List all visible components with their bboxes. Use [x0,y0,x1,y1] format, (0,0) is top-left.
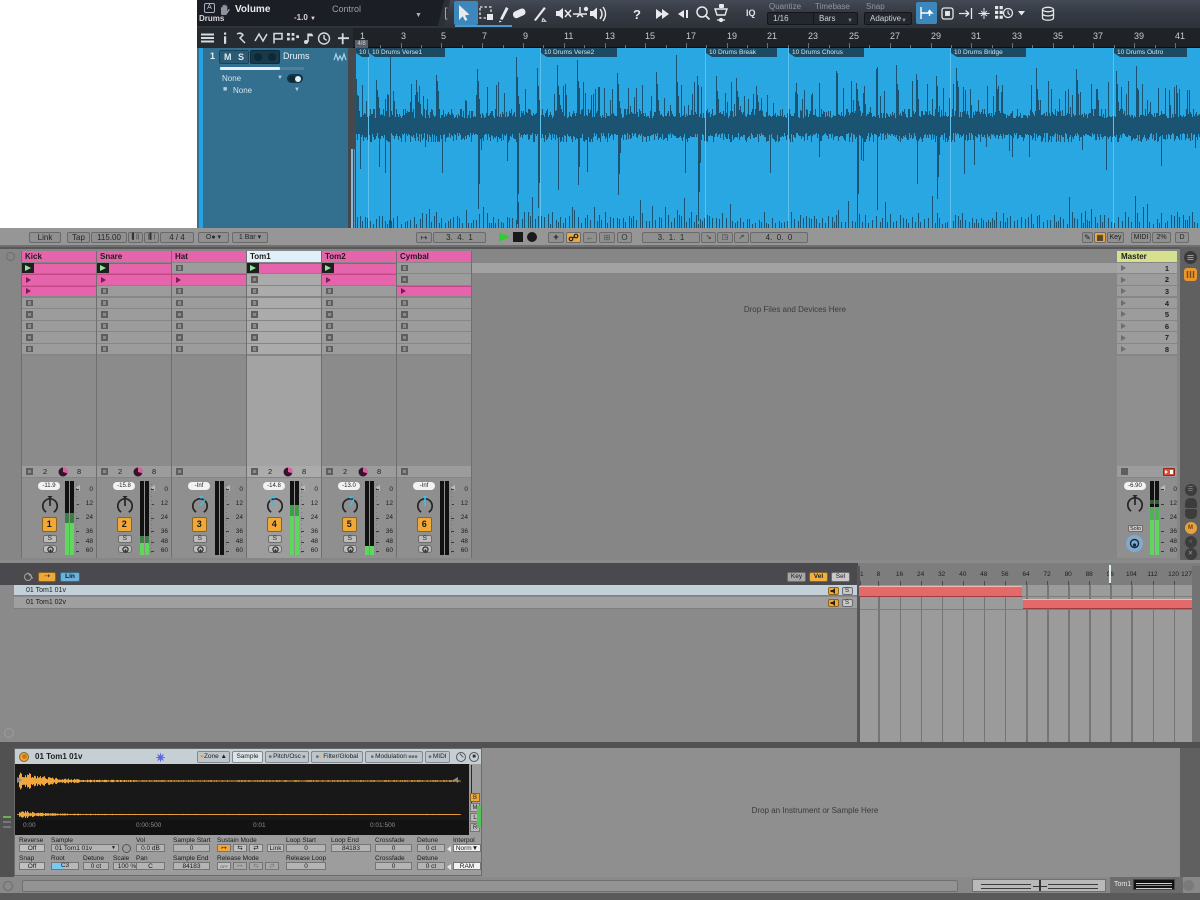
svg-text:?: ? [633,7,641,22]
